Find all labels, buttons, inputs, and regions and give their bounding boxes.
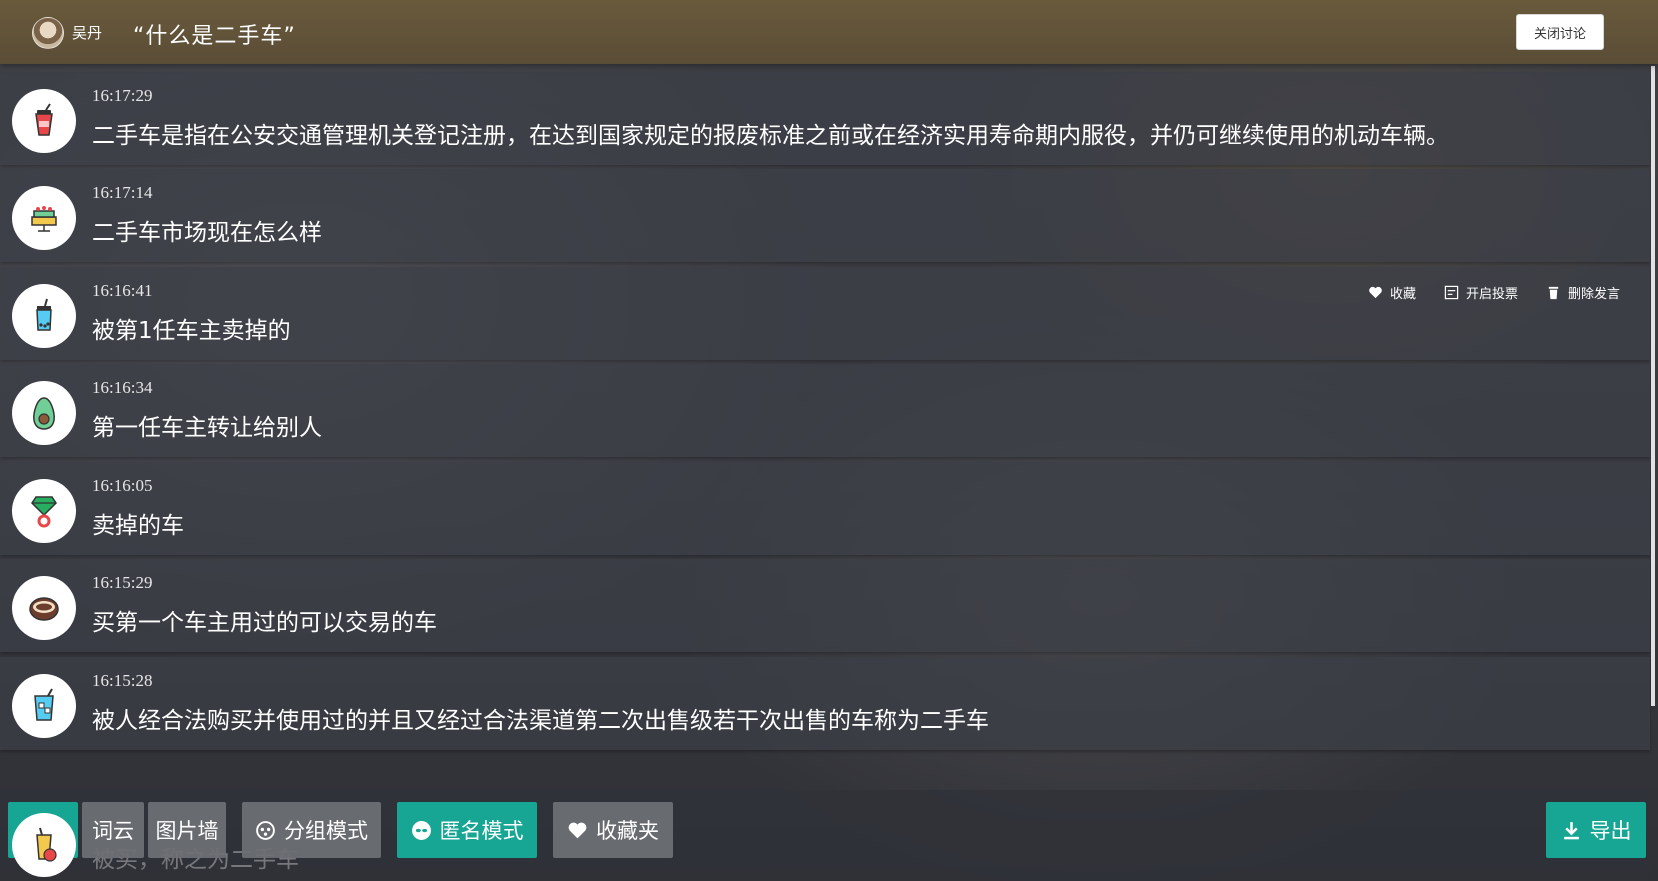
heart-icon xyxy=(1369,286,1382,299)
topic-title: “什么是二手车” xyxy=(133,24,296,49)
export-label: 导出 xyxy=(1589,819,1632,843)
image-wall-button[interactable]: 图片墙 xyxy=(148,802,226,858)
user-name: 吴丹 xyxy=(72,24,103,42)
message-time: 16:15:29 xyxy=(92,573,153,592)
scrollbar[interactable] xyxy=(1651,66,1655,706)
word-cloud-button[interactable]: 词云 xyxy=(82,802,144,858)
cookie-icon xyxy=(12,576,76,640)
anonymous-mode-label: 匿名模式 xyxy=(439,819,524,843)
message-text: 二手车是指在公安交通管理机关登记注册，在达到国家规定的报废标准之前或在经济实用寿… xyxy=(92,123,1449,149)
heart-icon xyxy=(568,822,587,838)
message-time: 16:16:41 xyxy=(92,281,153,300)
message-item: 16:17:29 二手车是指在公安交通管理机关登记注册，在达到国家规定的报废标准… xyxy=(0,72,1650,165)
group-mode-button[interactable]: 分组模式 xyxy=(242,802,381,858)
message-text: 买第一个车主用过的可以交易的车 xyxy=(92,610,437,636)
trash-icon xyxy=(1548,286,1559,300)
header-bar: 吴丹 “什么是二手车” 关闭讨论 xyxy=(0,0,1658,64)
message-time: 16:15:28 xyxy=(92,671,153,690)
favorites-button[interactable]: 收藏夹 xyxy=(553,802,673,858)
image-wall-label: 图片墙 xyxy=(155,819,219,843)
message-time: 16:17:29 xyxy=(92,86,153,105)
message-text: 卖掉的车 xyxy=(92,513,184,539)
message-item: 16:16:41 被第1任车主卖掉的 收藏 开启投票 删除发言 xyxy=(0,267,1650,360)
message-item: 16:17:14 二手车市场现在怎么样 xyxy=(0,169,1650,262)
favorite-label: 收藏 xyxy=(1389,287,1416,302)
avocado-icon xyxy=(12,381,76,445)
message-item: 16:16:34 第一任车主转让给别人 xyxy=(0,364,1650,457)
message-text: 被第1任车主卖掉的 xyxy=(92,318,291,344)
close-discussion-button[interactable]: 关闭讨论 xyxy=(1516,14,1604,50)
message-time: 16:16:34 xyxy=(92,378,153,397)
message-list[interactable]: 16:17:29 二手车是指在公安交通管理机关登记注册，在达到国家规定的报废标准… xyxy=(0,64,1652,881)
favorite-button[interactable]: 收藏 xyxy=(1368,283,1416,302)
message-text: 二手车市场现在怎么样 xyxy=(92,220,322,246)
message-item: 16:16:05 卖掉的车 xyxy=(0,462,1650,555)
iced-drink-icon xyxy=(12,674,76,738)
message-item: 16:15:29 买第一个车主用过的可以交易的车 xyxy=(0,559,1650,652)
user-avatar[interactable] xyxy=(32,17,64,49)
milk-tea-icon xyxy=(12,284,76,348)
group-mode-label: 分组模式 xyxy=(284,819,368,843)
fruit-juice-icon xyxy=(12,813,76,877)
message-text: 第一任车主转让给别人 xyxy=(92,415,322,441)
drink-cup-icon xyxy=(12,89,76,153)
message-item: 16:15:28 被人经合法购买并使用过的并且又经过合法渠道第二次出售级若干次出… xyxy=(0,657,1650,750)
delete-label: 删除发言 xyxy=(1567,287,1620,302)
cake-icon xyxy=(12,186,76,250)
open-vote-label: 开启投票 xyxy=(1465,287,1518,302)
anonymous-mode-button[interactable]: 匿名模式 xyxy=(397,802,537,858)
message-time: 16:16:05 xyxy=(92,476,153,495)
delete-message-button[interactable]: 删除发言 xyxy=(1546,283,1620,302)
bottom-toolbar: 词云 图片墙 分组模式 匿名模式 收藏夹 导出 xyxy=(0,794,1658,881)
export-button[interactable]: 导出 xyxy=(1546,802,1646,858)
group-icon xyxy=(256,820,275,840)
message-actions: 收藏 开启投票 删除发言 xyxy=(1368,283,1620,302)
open-vote-button[interactable]: 开启投票 xyxy=(1444,283,1518,302)
word-cloud-label: 词云 xyxy=(92,819,134,843)
message-time: 16:17:14 xyxy=(92,183,153,202)
download-icon xyxy=(1563,821,1579,839)
vote-icon xyxy=(1444,285,1459,300)
mask-icon xyxy=(411,820,431,840)
gem-ring-icon xyxy=(12,479,76,543)
message-text: 被人经合法购买并使用过的并且又经过合法渠道第二次出售级若干次出售的车称为二手车 xyxy=(92,708,989,734)
favorites-label: 收藏夹 xyxy=(596,819,659,843)
